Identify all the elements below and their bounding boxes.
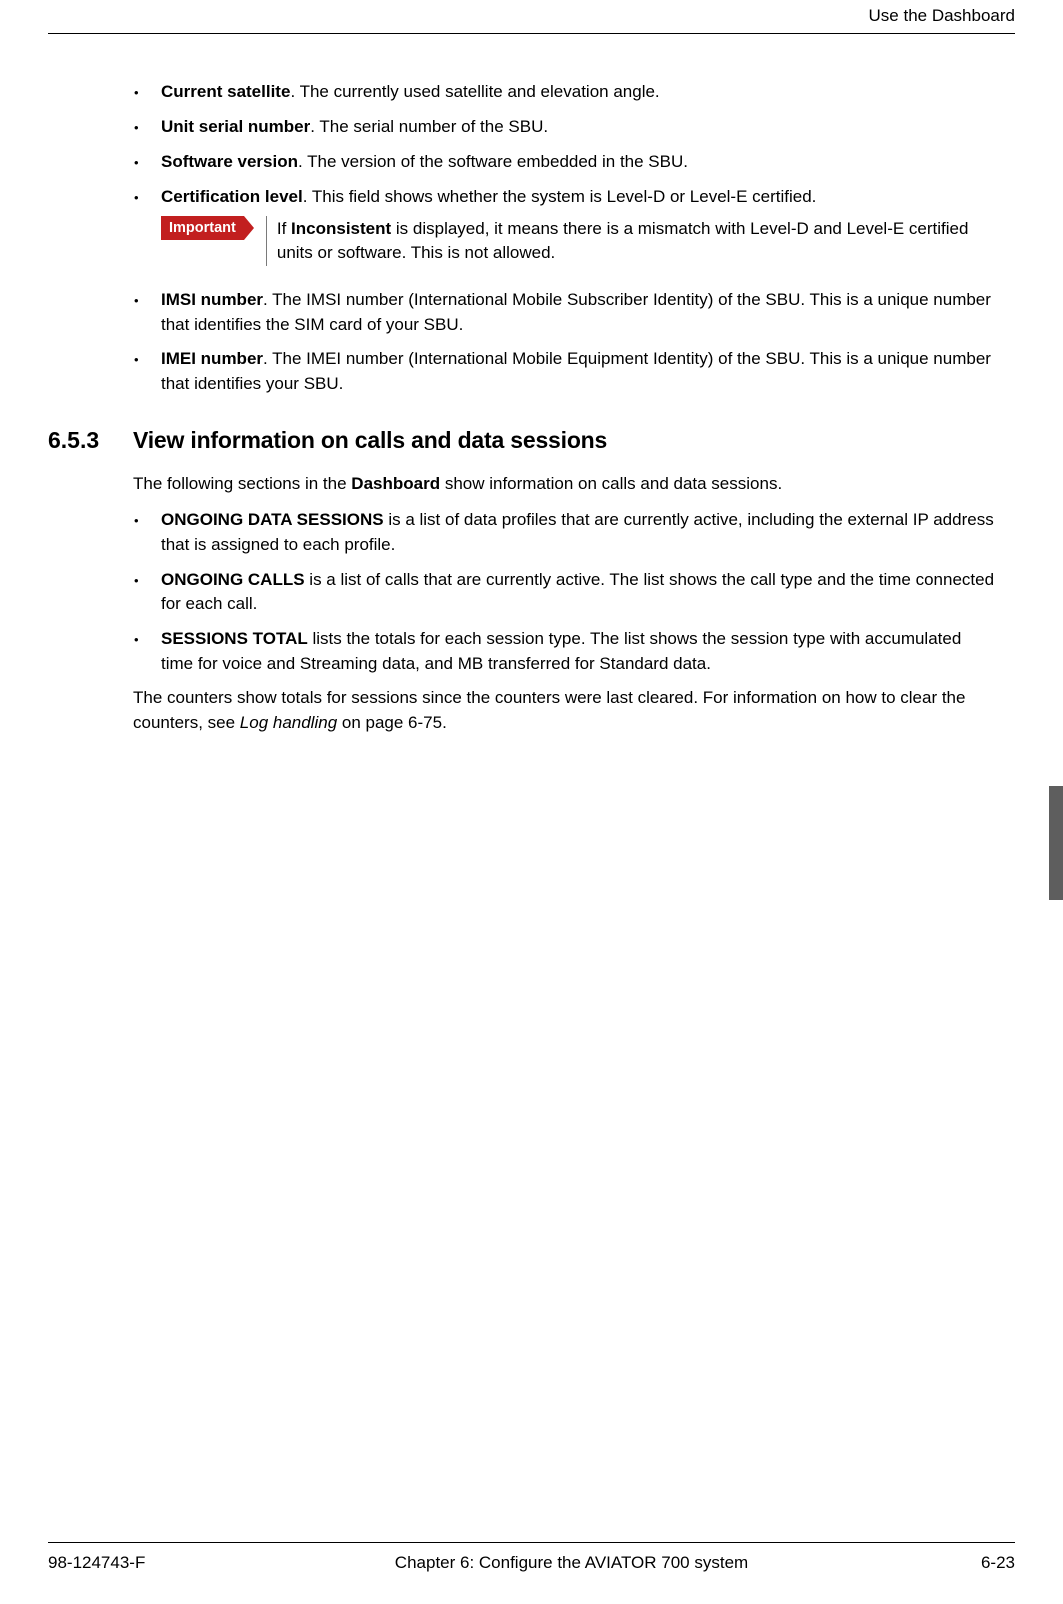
term-desc: The version of the software embedded in … xyxy=(303,152,688,171)
callout-separator xyxy=(266,216,267,266)
header-title: Use the Dashboard xyxy=(869,4,1015,29)
closing-paragraph: The counters show totals for sessions si… xyxy=(133,686,995,735)
list-item-body: ONGOING CALLS is a list of calls that ar… xyxy=(161,568,995,617)
list-item: • IMEI number. The IMEI number (Internat… xyxy=(133,347,995,396)
section-number: 6.5.3 xyxy=(48,424,133,457)
properties-list-a: • Current satellite. The currently used … xyxy=(133,80,995,396)
page-content: • Current satellite. The currently used … xyxy=(48,80,1015,748)
list-item: • Software version. The version of the s… xyxy=(133,150,995,175)
list-item: • Unit serial number. The serial number … xyxy=(133,115,995,140)
term: ONGOING DATA SESSIONS xyxy=(161,510,384,529)
term: Certification level xyxy=(161,187,303,206)
footer-separator xyxy=(48,1542,1015,1543)
section-thumb-tab xyxy=(1049,786,1063,900)
term: Current satellite xyxy=(161,82,290,101)
section-heading: 6.5.3 View information on calls and data… xyxy=(48,424,1015,457)
intro-pre: The following sections in the xyxy=(133,474,351,493)
bullet-icon: • xyxy=(133,568,161,617)
list-item-body: Unit serial number. The serial number of… xyxy=(161,115,995,140)
footer-row: 98-124743-F Chapter 6: Configure the AVI… xyxy=(48,1551,1015,1576)
list-item-body: ONGOING DATA SESSIONS is a list of data … xyxy=(161,508,995,557)
callout-body: If Inconsistent is displayed, it means t… xyxy=(277,216,995,266)
bullet-icon: • xyxy=(133,185,161,278)
list-item-body: SESSIONS TOTAL lists the totals for each… xyxy=(161,627,995,676)
important-callout: Important If Inconsistent is displayed, … xyxy=(161,216,995,266)
list-item-body: Certification level. This field shows wh… xyxy=(161,185,995,278)
session-list: • ONGOING DATA SESSIONS is a list of dat… xyxy=(133,508,995,676)
bullet-icon: • xyxy=(133,347,161,396)
bullet-icon: • xyxy=(133,627,161,676)
list-item: • Certification level. This field shows … xyxy=(133,185,995,278)
important-tag: Important xyxy=(161,216,244,240)
list-item: • ONGOING CALLS is a list of calls that … xyxy=(133,568,995,617)
list-item-body: Current satellite. The currently used sa… xyxy=(161,80,995,105)
term-desc: The IMSI number (International Mobile Su… xyxy=(161,290,991,334)
term-desc: The IMEI number (International Mobile Eq… xyxy=(161,349,991,393)
term-desc: The currently used satellite and elevati… xyxy=(295,82,659,101)
footer-doc-id: 98-124743-F xyxy=(48,1551,248,1576)
term: Unit serial number xyxy=(161,117,310,136)
bullet-icon: • xyxy=(133,150,161,175)
bullet-icon: • xyxy=(133,80,161,105)
footer-chapter: Chapter 6: Configure the AVIATOR 700 sys… xyxy=(248,1551,895,1576)
closing-post: on page 6-75. xyxy=(337,713,447,732)
term: IMEI number xyxy=(161,349,263,368)
list-item: • ONGOING DATA SESSIONS is a list of dat… xyxy=(133,508,995,557)
term: ONGOING CALLS xyxy=(161,570,305,589)
closing-ref: Log handling xyxy=(240,713,337,732)
callout-bold: Inconsistent xyxy=(291,219,391,238)
page-footer: 98-124743-F Chapter 6: Configure the AVI… xyxy=(48,1542,1015,1576)
bullet-icon: • xyxy=(133,288,161,337)
section-title: View information on calls and data sessi… xyxy=(133,424,607,457)
term: IMSI number xyxy=(161,290,263,309)
intro-bold: Dashboard xyxy=(351,474,440,493)
intro-paragraph: The following sections in the Dashboard … xyxy=(133,472,995,497)
term: Software version xyxy=(161,152,298,171)
footer-page-number: 6-23 xyxy=(895,1551,1015,1576)
list-item: • IMSI number. The IMSI number (Internat… xyxy=(133,288,995,337)
term-desc: The serial number of the SBU. xyxy=(315,117,548,136)
list-item-body: IMSI number. The IMSI number (Internatio… xyxy=(161,288,995,337)
list-item: • Current satellite. The currently used … xyxy=(133,80,995,105)
term: SESSIONS TOTAL xyxy=(161,629,308,648)
page-container: Use the Dashboard • Current satellite. T… xyxy=(48,0,1015,1604)
intro-post: show information on calls and data sessi… xyxy=(440,474,782,493)
list-item-body: Software version. The version of the sof… xyxy=(161,150,995,175)
list-item: • SESSIONS TOTAL lists the totals for ea… xyxy=(133,627,995,676)
page-header: Use the Dashboard xyxy=(48,0,1015,34)
list-item-body: IMEI number. The IMEI number (Internatio… xyxy=(161,347,995,396)
term-desc: This field shows whether the system is L… xyxy=(307,187,816,206)
callout-pre: If xyxy=(277,219,291,238)
bullet-icon: • xyxy=(133,115,161,140)
bullet-icon: • xyxy=(133,508,161,557)
